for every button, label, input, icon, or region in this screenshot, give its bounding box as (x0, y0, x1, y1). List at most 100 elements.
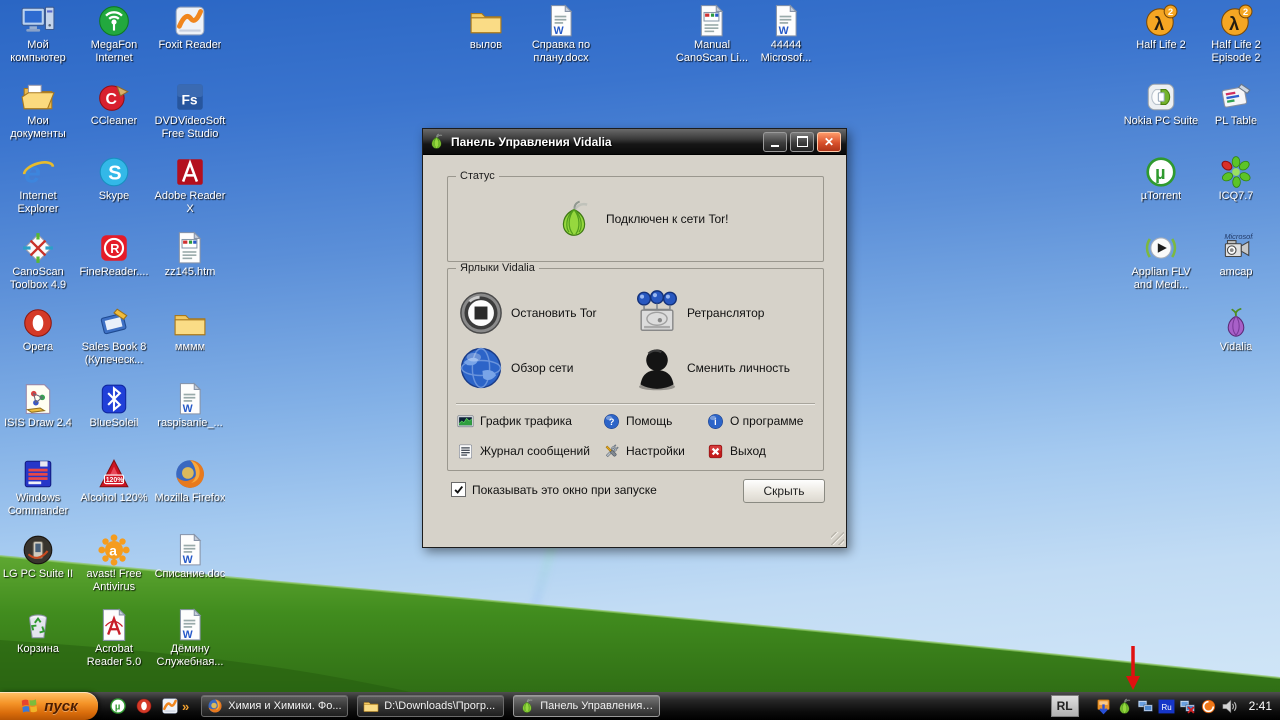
taskbar-task-onion-green[interactable]: Панель Управления ... (513, 695, 660, 717)
taskbar-task-firefox[interactable]: Химия и Химики. Фо... (201, 695, 348, 717)
close-button[interactable]: ✕ (817, 132, 841, 152)
desktop-icon-windows-commander[interactable]: Windows Commander (0, 457, 76, 533)
desktop-icon-half-life[interactable]: λ2Half Life 2 (1123, 4, 1199, 80)
desktop-icon-my-computer[interactable]: Мой компьютер (0, 4, 76, 80)
language-indicator[interactable]: RL (1051, 695, 1079, 717)
desktop-icon-word-doc[interactable]: WСправка по плану.docx (523, 4, 599, 65)
shortcut-bandwidth-graph[interactable]: График трафика (457, 413, 603, 430)
sales-book-icon (97, 306, 131, 340)
minimize-button[interactable] (763, 132, 787, 152)
desktop-icon-foxit[interactable]: Foxit Reader (152, 4, 228, 80)
desktop-icon-label: amcap (1219, 266, 1252, 279)
desktop-icon-word-doc[interactable]: W44444 Microsof... (748, 4, 824, 65)
desktop-icon-canoscan[interactable]: CanoScan Toolbox 4.9 (0, 231, 76, 307)
desktop-icon-icq[interactable]: ICQ7.7 (1198, 155, 1274, 231)
task-label: D:\Downloads\Прогр... (384, 700, 495, 712)
shortcut-network-map[interactable]: Обзор сети (458, 345, 634, 391)
shortcut-exit[interactable]: Выход (707, 443, 813, 460)
tor-status-text: Подключен к сети Tor! (606, 212, 728, 226)
hide-button[interactable]: Скрыть (743, 479, 825, 503)
desktop-icon-label: Nokia PC Suite (1124, 115, 1199, 128)
desktop-icon-isis-draw[interactable]: ISIS Draw 2.4 (0, 382, 76, 458)
desktop-icon-firefox[interactable]: Mozilla Firefox (152, 457, 228, 533)
quick-launch-utorrent[interactable]: µ (108, 695, 128, 717)
word-doc-icon: W (544, 4, 578, 38)
shortcut-message-log[interactable]: Журнал сообщений (457, 443, 603, 460)
resize-grip[interactable] (831, 532, 844, 545)
tray-download-manager[interactable] (1095, 697, 1113, 715)
desktop-icon-alcohol[interactable]: 120%Alcohol 120% (76, 457, 152, 533)
shortcut-relay[interactable]: Ретранслятор (634, 290, 814, 336)
shortcut-settings[interactable]: Настройки (603, 443, 707, 460)
tray-network-offline[interactable] (1179, 697, 1197, 715)
desktop-icon-avast[interactable]: aavast! Free Antivirus (76, 533, 152, 609)
desktop-icon-word-doc[interactable]: WДёмину Служебная... (152, 608, 228, 684)
quick-launch-opera[interactable] (134, 695, 154, 717)
desktop-icon-sales-book[interactable]: Sales Book 8 (Купеческ... (76, 306, 152, 382)
tray-lang-ru[interactable]: Ru (1158, 697, 1176, 715)
svg-text:C: C (106, 90, 118, 107)
desktop-icon-label: Foxit Reader (159, 39, 222, 52)
desktop-icon-pl-table[interactable]: PL Table (1198, 80, 1274, 156)
desktop-icon-acrobat[interactable]: Acrobat Reader 5.0 (76, 608, 152, 684)
shortcut-new-identity[interactable]: Сменить личность (634, 345, 814, 391)
desktop-icon-megafon[interactable]: MegaFon Internet (76, 4, 152, 80)
desktop-icon-word-doc[interactable]: WСписание.doc (152, 533, 228, 609)
desktop-icon-opera[interactable]: Opera (0, 306, 76, 382)
folder-icon (173, 306, 207, 340)
vidalia-onion-icon (428, 133, 445, 150)
desktop-icon-ccleaner[interactable]: CCCleaner (76, 80, 152, 156)
desktop-icon-label: CanoScan Toolbox 4.9 (0, 266, 76, 292)
quick-launch-overflow-chevron[interactable]: » (182, 699, 189, 714)
taskbar-task-folder[interactable]: D:\Downloads\Прогр... (357, 695, 504, 717)
desktop-icons-right-col1: λ2Half Life 2 Nokia PC Suite µµTorrentAppl… (1123, 4, 1199, 306)
desktop-icon-folder[interactable]: вылов (448, 4, 524, 52)
desktop-icon-label: Vidalia (1220, 341, 1253, 354)
desktop-icon-half-life[interactable]: λ2Half Life 2 Episode 2 (1198, 4, 1274, 80)
opera-icon (135, 697, 153, 715)
window-titlebar[interactable]: Панель Управления Vidalia ✕ (423, 129, 846, 155)
tray-volume[interactable] (1221, 697, 1239, 715)
maximize-button[interactable] (790, 132, 814, 152)
vidalia-window: Панель Управления Vidalia ✕ Статус Подкл… (422, 128, 847, 548)
canoscan-icon (21, 231, 55, 265)
desktop-icon-vidalia-onion[interactable]: Vidalia (1198, 306, 1274, 382)
status-groupbox: Статус Подключен к сети Tor! (447, 176, 824, 262)
desktop-icon-html-file[interactable]: zz145.htm (152, 231, 228, 307)
desktop-icon-label: Корзина (17, 643, 59, 656)
svg-text:W: W (183, 629, 193, 641)
applian-icon (1144, 231, 1178, 265)
svg-text:120%: 120% (106, 477, 124, 484)
avast-tray-icon (1200, 698, 1217, 715)
tray-onion-green[interactable] (1116, 697, 1134, 715)
tray-network[interactable] (1137, 697, 1155, 715)
desktop-icon-label: Mozilla Firefox (155, 492, 226, 505)
desktop-icon-utorrent[interactable]: µµTorrent (1123, 155, 1199, 231)
desktop-icon-lg-pc-suite[interactable]: LG PC Suite II (0, 533, 76, 609)
quick-launch-foxit[interactable] (160, 695, 180, 717)
desktop-icon-word-doc[interactable]: Wraspisanie_... (152, 382, 228, 458)
desktop-icon-adobe-reader[interactable]: Adobe Reader X (152, 155, 228, 231)
desktop-icon-my-documents[interactable]: Мои документы (0, 80, 76, 156)
desktop-icon-internet-explorer[interactable]: eInternet Explorer (0, 155, 76, 231)
desktop-icon-skype[interactable]: SSkype (76, 155, 152, 231)
start-button[interactable]: пуск (0, 692, 98, 720)
desktop-icon-html-file[interactable]: Manual CanoScan Li... (674, 4, 750, 65)
tray-avast-tray[interactable] (1200, 697, 1218, 715)
desktop-icon-amcap[interactable]: Microsoftamcap (1198, 231, 1274, 307)
desktop-icon-recycle-bin[interactable]: Корзина (0, 608, 76, 684)
shortcut-about[interactable]: iО программе (707, 413, 813, 430)
desktop-icon-dvdvideosoft[interactable]: FsDVDVideoSoft Free Studio (152, 80, 228, 156)
desktop-icon-label: Acrobat Reader 5.0 (76, 643, 152, 669)
desktop-icon-folder[interactable]: мммм (152, 306, 228, 382)
shortcut-label: Обзор сети (511, 361, 573, 375)
task-buttons: Химия и Химики. Фо... D:\Downloads\Прогр.… (201, 695, 660, 717)
shortcut-stop-tor[interactable]: Остановить Tor (458, 290, 634, 336)
shortcut-help[interactable]: ?Помощь (603, 413, 707, 430)
desktop-icon-finereader[interactable]: RFineReader.... (76, 231, 152, 307)
svg-text:µ: µ (1155, 163, 1165, 183)
desktop-icon-nokia[interactable]: Nokia PC Suite (1123, 80, 1199, 156)
desktop-icon-bluesoleil[interactable]: BlueSoleil (76, 382, 152, 458)
show-on-startup-checkbox[interactable] (451, 482, 466, 497)
desktop-icon-applian[interactable]: Applian FLV and Medi... (1123, 231, 1199, 307)
